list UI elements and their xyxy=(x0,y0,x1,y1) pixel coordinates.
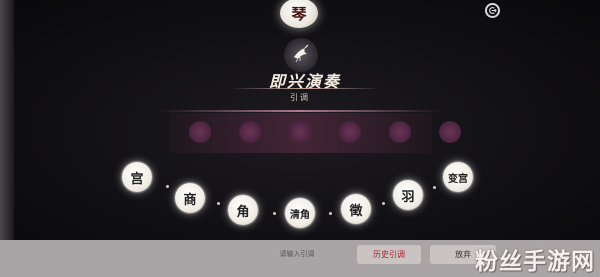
connector-dot xyxy=(166,185,169,188)
crane-emblem xyxy=(284,38,318,72)
melody-input[interactable] xyxy=(240,244,354,264)
connector-dot xyxy=(217,202,220,205)
note-key-gong[interactable]: 宫 xyxy=(122,162,152,192)
note-key-yu[interactable]: 羽 xyxy=(393,180,423,210)
note-band-border xyxy=(160,110,440,112)
instrument-label: 琴 xyxy=(291,4,307,23)
note-key-label: 变宫 xyxy=(448,173,468,185)
note-key-label: 清角 xyxy=(290,209,310,221)
history-melody-button[interactable]: 历史引调 xyxy=(357,245,421,264)
note-key-label: 角 xyxy=(236,204,250,220)
give-up-label: 放弃 xyxy=(455,250,471,259)
note-slot xyxy=(389,121,411,143)
mode-subtitle: 引调 xyxy=(290,93,310,102)
note-key-qingjue[interactable]: 清角 xyxy=(285,198,315,228)
connector-dot xyxy=(382,202,385,205)
note-key-label: 商 xyxy=(183,192,197,208)
note-slot xyxy=(189,121,211,143)
note-slot xyxy=(289,121,311,143)
crane-icon xyxy=(290,42,312,68)
site-watermark: 粉丝手游网 xyxy=(475,248,595,275)
note-key-label: 羽 xyxy=(401,189,415,205)
note-key-zhi[interactable]: 徵 xyxy=(341,194,371,224)
note-key-jue[interactable]: 角 xyxy=(228,195,258,225)
note-key-biangong[interactable]: 变宫 xyxy=(443,162,473,192)
connector-dot xyxy=(273,212,276,215)
history-melody-label: 历史引调 xyxy=(373,250,405,259)
note-key-label: 宫 xyxy=(130,171,144,187)
exit-icon xyxy=(488,6,497,15)
note-slot xyxy=(439,121,461,143)
left-edge-panel xyxy=(0,0,14,240)
note-slot xyxy=(239,121,261,143)
note-key-shang[interactable]: 商 xyxy=(175,183,205,213)
note-slot xyxy=(339,121,361,143)
connector-dot xyxy=(433,186,436,189)
note-key-label: 徵 xyxy=(349,203,363,219)
title-divider xyxy=(230,88,380,89)
connector-dot xyxy=(329,212,332,215)
exit-button[interactable] xyxy=(485,3,500,18)
